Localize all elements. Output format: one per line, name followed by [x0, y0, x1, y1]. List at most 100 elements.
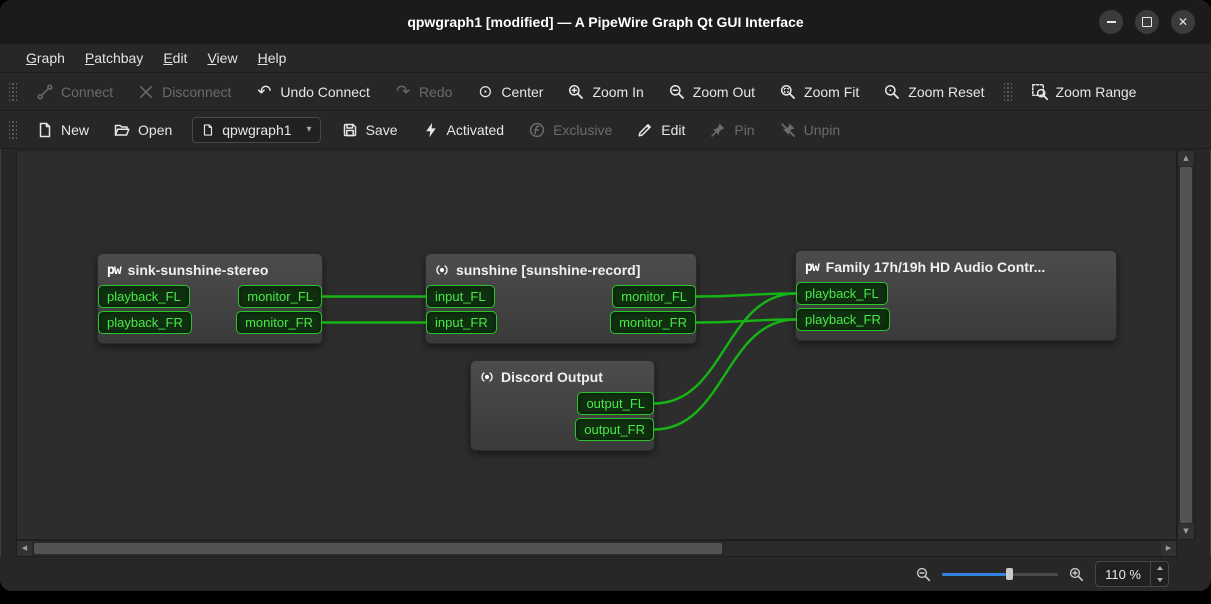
unpin-button[interactable]: Unpin [769, 115, 851, 145]
port-monitor_FR[interactable]: monitor_FR [236, 311, 322, 334]
connect-icon [36, 83, 54, 101]
center-icon: ⊙ [476, 83, 494, 101]
title-bar: qpwgraph1 [modified] — A PipeWire Graph … [0, 0, 1211, 44]
scroll-left-arrow[interactable]: ◀ [17, 541, 32, 556]
port-playback_FL[interactable]: playback_FL [98, 285, 190, 308]
port-playback_FR[interactable]: playback_FR [98, 311, 192, 334]
zoom-spin-up-button[interactable] [1151, 562, 1168, 574]
port-monitor_FL[interactable]: monitor_FL [612, 285, 696, 308]
scroll-up-arrow[interactable]: ▲ [1178, 151, 1194, 166]
zoom-slider[interactable] [942, 566, 1058, 582]
port-monitor_FR[interactable]: monitor_FR [610, 311, 696, 334]
redo-label: Redo [419, 84, 452, 100]
redo-button[interactable]: ↷ Redo [384, 77, 462, 107]
preset-file-icon [201, 123, 215, 137]
new-file-icon [36, 121, 54, 139]
port-playback_FL[interactable]: playback_FL [796, 282, 888, 305]
zoom-in-icon [567, 83, 585, 101]
new-button[interactable]: New [26, 115, 99, 145]
spin-down-icon [1157, 578, 1163, 582]
scroll-right-arrow[interactable]: ▶ [1161, 541, 1176, 556]
port-spacer [473, 393, 477, 415]
pipewire-icon: pw [805, 260, 819, 275]
menu-help[interactable]: Help [248, 46, 297, 70]
menu-patchbay[interactable]: Patchbay [75, 46, 153, 70]
zoom-slider-handle[interactable] [1006, 568, 1013, 580]
maximize-button[interactable] [1135, 10, 1159, 34]
node-family[interactable]: pwFamily 17h/19h HD Audio Contr...playba… [795, 250, 1117, 341]
port-spacer [1110, 309, 1114, 331]
disconnect-label: Disconnect [162, 84, 231, 100]
zoom-range-button[interactable]: Zoom Range [1021, 77, 1147, 107]
pin-button[interactable]: Pin [699, 115, 764, 145]
port-playback_FR[interactable]: playback_FR [796, 308, 890, 331]
exclusive-button[interactable]: Exclusive [518, 115, 622, 145]
graph-toolbar: Connect Disconnect ↶ Undo Connect ↷ Redo… [0, 73, 1211, 111]
activated-button[interactable]: Activated [412, 115, 515, 145]
port-monitor_FL[interactable]: monitor_FL [238, 285, 322, 308]
toolbar-drag-handle[interactable] [9, 82, 17, 102]
node-discord[interactable]: Discord Outputoutput_FL output_FR [470, 360, 655, 451]
open-label: Open [138, 122, 172, 138]
menu-bar: GraphPatchbayEditViewHelp [0, 44, 1211, 73]
horizontal-scrollbar[interactable]: ◀ ▶ [16, 540, 1177, 557]
maximize-icon [1142, 17, 1152, 27]
toolbar-drag-handle[interactable] [1004, 82, 1012, 102]
unpin-icon [779, 121, 797, 139]
zoom-in-button[interactable]: Zoom In [557, 77, 653, 107]
minimize-icon [1107, 21, 1116, 23]
close-button[interactable]: ✕ [1171, 10, 1195, 34]
disconnect-icon [137, 83, 155, 101]
graph-nodes-layer: pwsink-sunshine-stereoplayback_FLmonitor… [17, 151, 1176, 539]
vertical-scrollbar-handle[interactable] [1180, 167, 1192, 523]
zoom-fit-button[interactable]: Zoom Fit [769, 77, 869, 107]
zoom-out-button[interactable]: Zoom Out [658, 77, 765, 107]
close-icon: ✕ [1178, 16, 1188, 28]
zoom-reset-button[interactable]: Zoom Reset [873, 77, 994, 107]
port-input_FR[interactable]: input_FR [426, 311, 497, 334]
pin-icon [709, 121, 727, 139]
menu-edit[interactable]: Edit [153, 46, 197, 70]
preset-combobox[interactable]: qpwgraph1 ▾ [192, 117, 320, 143]
exclusive-icon [528, 121, 546, 139]
undo-connect-button[interactable]: ↶ Undo Connect [245, 77, 380, 107]
disconnect-button[interactable]: Disconnect [127, 77, 241, 107]
zoom-slider-fill [942, 573, 1006, 576]
center-label: Center [501, 84, 543, 100]
open-folder-icon [113, 121, 131, 139]
redo-icon: ↷ [394, 83, 412, 101]
connect-label: Connect [61, 84, 113, 100]
horizontal-scrollbar-handle[interactable] [34, 543, 722, 554]
status-zoom-out-icon[interactable] [915, 566, 932, 583]
status-zoom-in-icon[interactable] [1068, 566, 1085, 583]
save-label: Save [366, 122, 398, 138]
port-output_FL[interactable]: output_FL [577, 392, 654, 415]
zoom-value: 110 % [1096, 562, 1150, 586]
vertical-scrollbar[interactable]: ▲ ▼ [1177, 150, 1195, 540]
zoom-spinbox[interactable]: 110 % [1095, 561, 1169, 587]
zoom-spin-arrows [1150, 562, 1168, 586]
open-button[interactable]: Open [103, 115, 182, 145]
port-spacer [473, 419, 477, 441]
node-sunshine[interactable]: sunshine [sunshine-record]input_FLmonito… [425, 253, 697, 344]
port-output_FR[interactable]: output_FR [575, 418, 654, 441]
toolbar-drag-handle[interactable] [9, 120, 17, 140]
menu-view[interactable]: View [197, 46, 247, 70]
record-icon [435, 263, 449, 277]
connect-button[interactable]: Connect [26, 77, 123, 107]
window-title: qpwgraph1 [modified] — A PipeWire Graph … [407, 14, 803, 30]
port-input_FL[interactable]: input_FL [426, 285, 495, 308]
node-sink[interactable]: pwsink-sunshine-stereoplayback_FLmonitor… [97, 253, 323, 344]
edit-button[interactable]: Edit [626, 115, 695, 145]
zoom-fit-label: Zoom Fit [804, 84, 859, 100]
minimize-button[interactable] [1099, 10, 1123, 34]
menu-graph[interactable]: Graph [16, 46, 75, 70]
scroll-down-arrow[interactable]: ▼ [1178, 524, 1194, 539]
patchbay-toolbar: New Open qpwgraph1 ▾ Save Activated Excl… [0, 111, 1211, 149]
graph-canvas[interactable]: pwsink-sunshine-stereoplayback_FLmonitor… [16, 150, 1177, 540]
node-header: Discord Output [471, 361, 654, 392]
center-button[interactable]: ⊙ Center [466, 77, 553, 107]
save-button[interactable]: Save [331, 115, 408, 145]
zoom-spin-down-button[interactable] [1151, 574, 1168, 586]
zoom-range-icon [1031, 83, 1049, 101]
